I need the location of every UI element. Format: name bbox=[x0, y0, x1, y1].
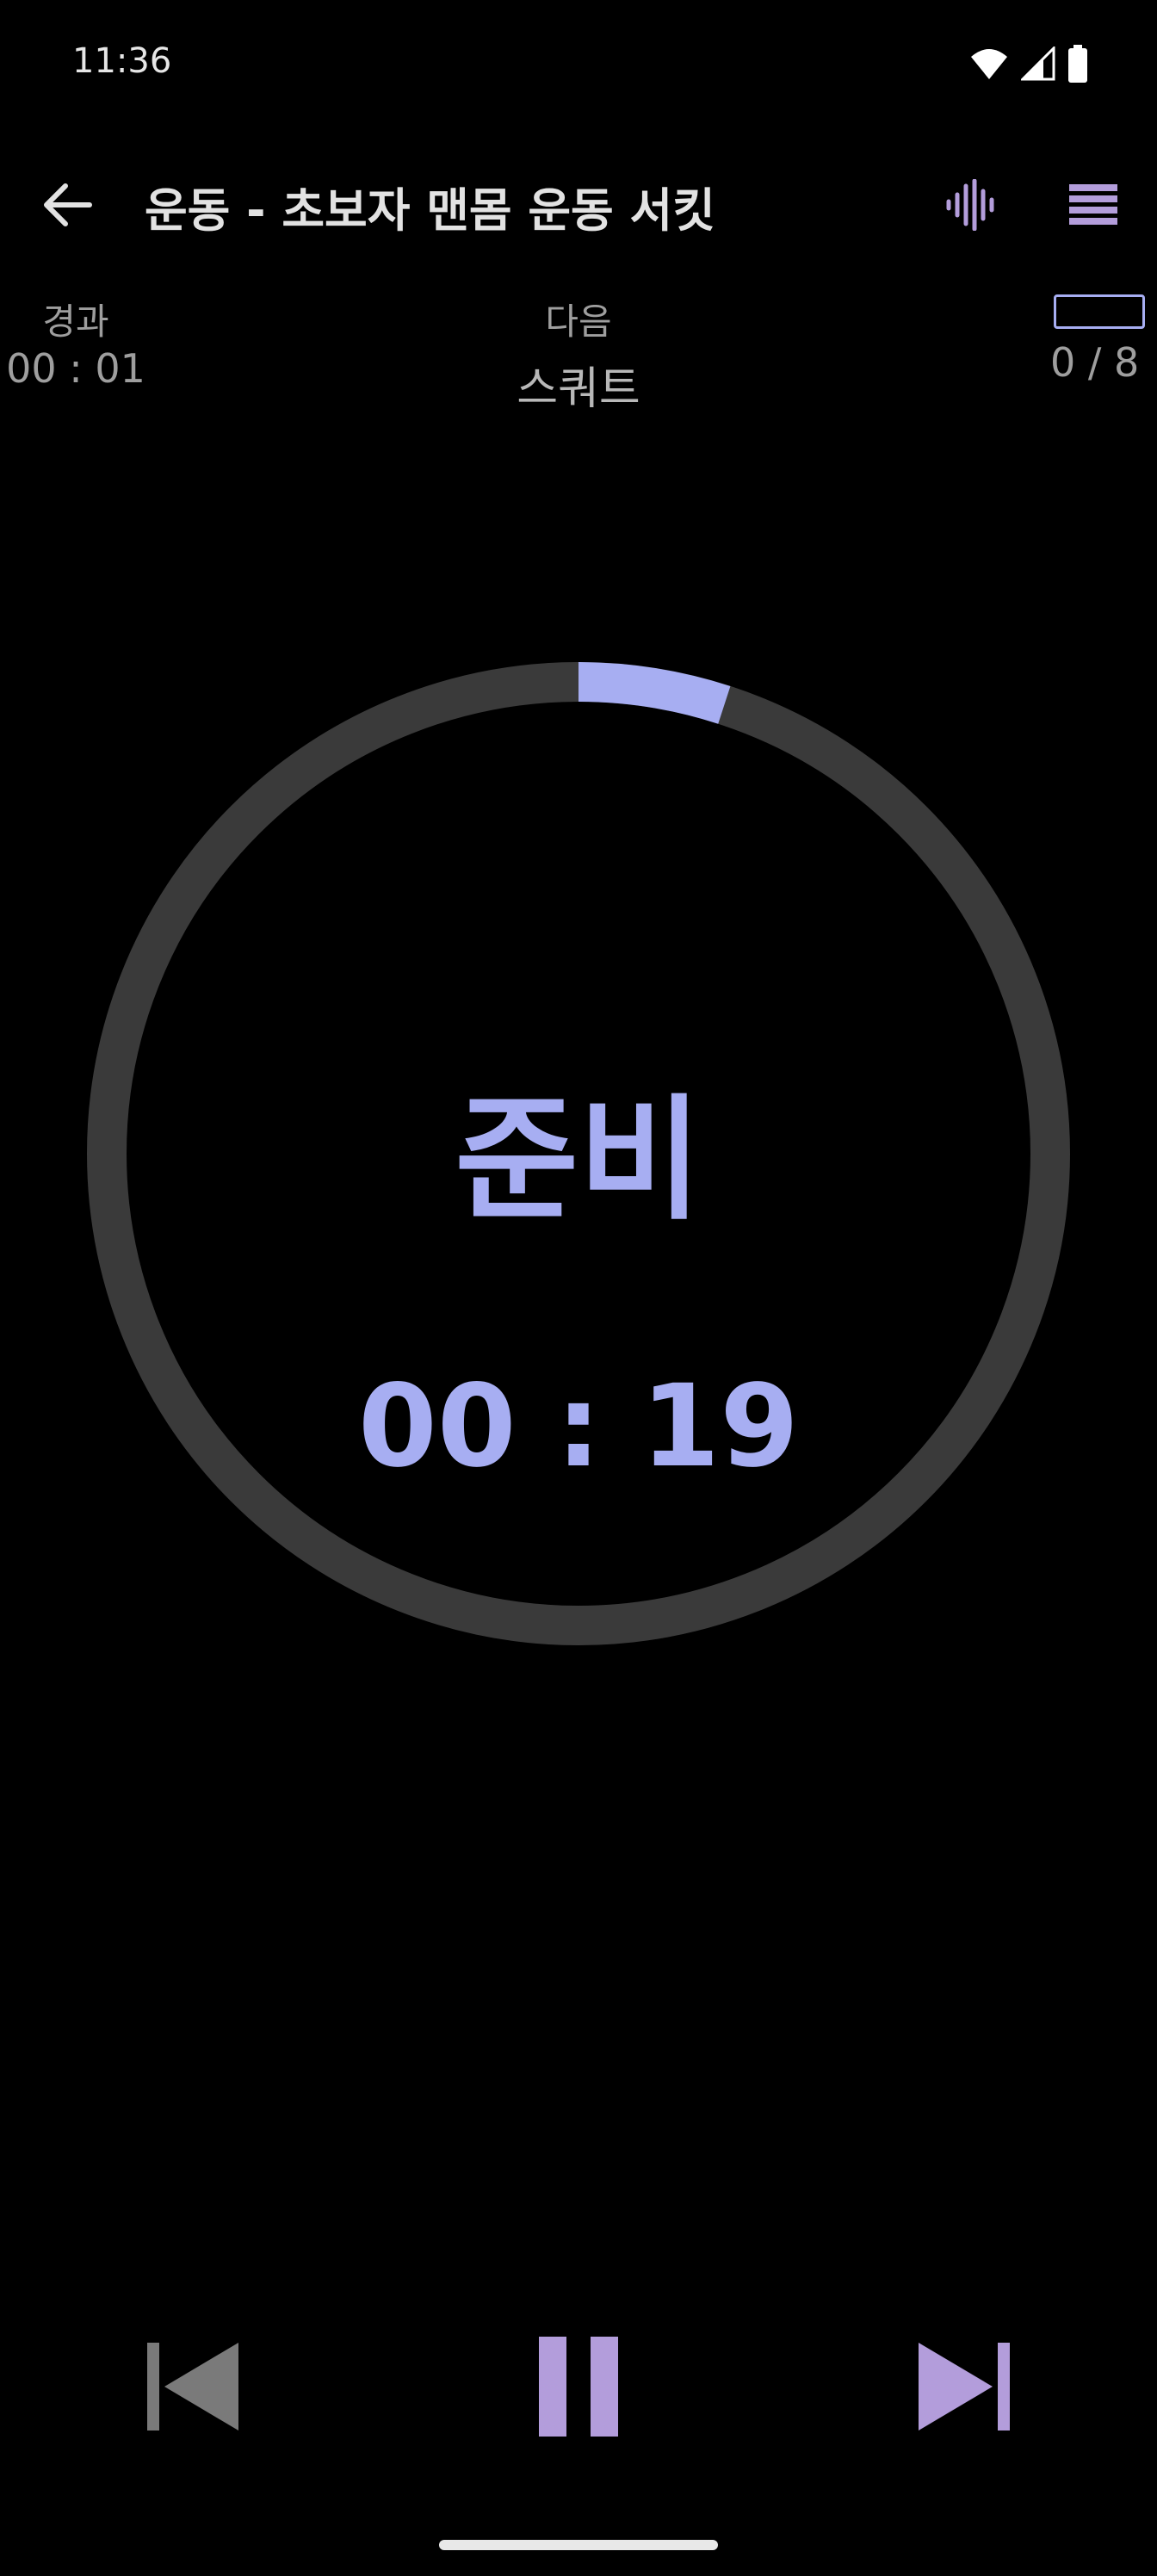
list-icon bbox=[1069, 184, 1117, 225]
next-button[interactable] bbox=[904, 2326, 1024, 2447]
time-remaining: 00 : 19 bbox=[357, 1360, 800, 1493]
home-indicator[interactable] bbox=[439, 2540, 718, 2550]
elapsed-block: 경과 00 : 01 bbox=[0, 293, 152, 392]
sound-button[interactable] bbox=[930, 164, 1012, 246]
skip-previous-icon bbox=[147, 2343, 238, 2430]
skip-next-icon bbox=[919, 2343, 1010, 2430]
page-title: 운동 - 초보자 맨몸 운동 서킷 bbox=[145, 183, 715, 238]
set-progress-value: 0 / 8 bbox=[1050, 339, 1140, 386]
set-progress-block: 0 / 8 bbox=[1050, 293, 1154, 386]
next-exercise-block: 다음 스쿼트 bbox=[406, 293, 751, 417]
arrow-left-icon bbox=[44, 183, 92, 226]
pause-icon bbox=[539, 2337, 618, 2437]
battery-icon bbox=[1068, 45, 1087, 83]
status-icons bbox=[969, 45, 1088, 83]
wifi-icon bbox=[971, 49, 1007, 79]
list-button[interactable] bbox=[1052, 164, 1135, 246]
pause-button[interactable] bbox=[518, 2326, 639, 2447]
sound-wave-icon bbox=[946, 179, 994, 231]
phase-label: 준비 bbox=[455, 1081, 702, 1238]
set-progress-bar bbox=[1054, 294, 1145, 329]
elapsed-label: 경과 bbox=[42, 300, 109, 343]
previous-button[interactable] bbox=[133, 2326, 253, 2447]
next-exercise-name: 스쿼트 bbox=[517, 363, 640, 415]
back-button[interactable] bbox=[26, 164, 108, 246]
elapsed-value: 00 : 01 bbox=[6, 345, 145, 392]
next-label: 다음 bbox=[545, 300, 612, 343]
status-time: 11:36 bbox=[72, 41, 172, 81]
signal-icon bbox=[1021, 46, 1055, 81]
